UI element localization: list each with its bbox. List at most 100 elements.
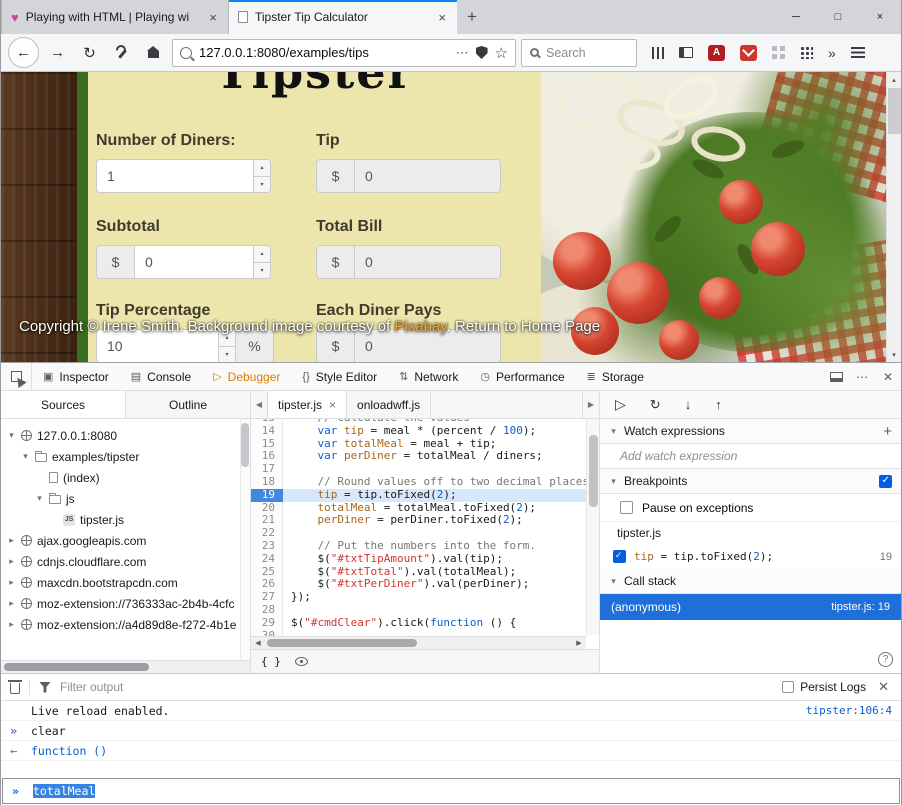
filter-output-input[interactable]: Filter output bbox=[60, 680, 773, 694]
chevron-down-icon[interactable]: ▾ bbox=[35, 493, 44, 504]
add-watch-icon[interactable]: + bbox=[883, 423, 892, 440]
devtools-menu-button[interactable]: ⋯ bbox=[849, 370, 875, 384]
tab-close-icon[interactable]: × bbox=[329, 398, 336, 412]
scrollbar-thumb[interactable] bbox=[267, 639, 417, 647]
diners-input[interactable]: 1 ▴▾ bbox=[96, 159, 271, 193]
console-close-icon[interactable]: ✕ bbox=[875, 679, 892, 695]
bookmark-star-icon[interactable]: ☆ bbox=[495, 44, 508, 62]
tab-close-icon[interactable]: × bbox=[436, 10, 448, 25]
chevron-right-icon[interactable]: ▸ bbox=[7, 535, 16, 546]
code-editor[interactable]: 13 // Calculate the values14 var tip = m… bbox=[251, 419, 599, 636]
blackbox-eye-icon[interactable] bbox=[295, 657, 308, 666]
red-extension-icon[interactable] bbox=[740, 45, 757, 61]
devtools-tab-style-editor[interactable]: {}Style Editor bbox=[291, 363, 388, 390]
chevron-down-icon[interactable]: ▾ bbox=[21, 451, 30, 462]
pause-on-exceptions-checkbox[interactable] bbox=[620, 501, 633, 514]
search-bar[interactable]: Search bbox=[521, 39, 637, 67]
browser-tab-1[interactable]: ♥ Playing with HTML | Playing wi × bbox=[1, 0, 229, 34]
overflow-menu-button[interactable]: » bbox=[828, 45, 836, 61]
chevron-right-icon[interactable]: ▸ bbox=[7, 598, 16, 609]
forward-button[interactable]: → bbox=[44, 39, 71, 66]
devtools-tab-console[interactable]: ▤Console bbox=[120, 363, 202, 390]
chevron-right-icon[interactable]: ▸ bbox=[7, 577, 16, 588]
tab-close-icon[interactable]: × bbox=[207, 10, 219, 25]
call-stack-frame[interactable]: (anonymous) tipster.js: 19 bbox=[600, 594, 901, 620]
breakpoint-item[interactable]: tip = tip.toFixed(2); 19 bbox=[600, 544, 901, 569]
source-tree-item[interactable]: ▾examples/tipster bbox=[1, 446, 250, 467]
line-number[interactable]: 29 bbox=[251, 617, 283, 630]
tab-sources[interactable]: Sources bbox=[1, 391, 126, 418]
persist-logs-toggle[interactable]: Persist Logs bbox=[782, 680, 866, 694]
dock-button[interactable] bbox=[823, 372, 849, 382]
chevron-right-icon[interactable]: ▸ bbox=[7, 619, 16, 630]
add-watch-input[interactable]: Add watch expression bbox=[600, 444, 901, 469]
page-scrollbar[interactable]: ▴ ▾ bbox=[886, 72, 901, 362]
resume-button[interactable]: ▷ bbox=[615, 396, 626, 413]
clear-console-icon[interactable] bbox=[10, 683, 20, 694]
watch-expressions-header[interactable]: ▾ Watch expressions + bbox=[600, 419, 901, 444]
adobe-acrobat-icon[interactable]: A bbox=[708, 45, 725, 61]
call-stack-header[interactable]: ▾ Call stack bbox=[600, 569, 901, 594]
source-tree-item[interactable]: ▾js bbox=[1, 488, 250, 509]
breakpoints-toggle-checkbox[interactable] bbox=[879, 475, 892, 488]
console-input[interactable]: » totalMeal bbox=[2, 778, 900, 804]
maximize-button[interactable]: □ bbox=[817, 0, 859, 34]
apps-menu-icon[interactable] bbox=[800, 46, 813, 59]
subtotal-input[interactable]: 0 ▴▾ bbox=[134, 245, 271, 279]
breakpoints-header[interactable]: ▾ Breakpoints bbox=[600, 469, 901, 494]
chevron-right-icon[interactable]: ▸ bbox=[7, 556, 16, 567]
info-icon[interactable] bbox=[180, 47, 192, 59]
home-page-link[interactable]: Return to Home Page bbox=[455, 318, 600, 335]
breakpoint-checkbox[interactable] bbox=[613, 550, 626, 563]
number-spinner[interactable]: ▴▾ bbox=[253, 160, 270, 192]
scrollbar-thumb[interactable] bbox=[4, 663, 149, 671]
minimize-button[interactable]: ─ bbox=[775, 0, 817, 34]
scrollbar-thumb[interactable] bbox=[888, 88, 901, 134]
editor-tab-tipster[interactable]: tipster.js × bbox=[268, 391, 347, 418]
editor-hscrollbar[interactable]: ◀ ▶ bbox=[251, 636, 586, 649]
scroll-left-icon[interactable]: ◀ bbox=[251, 637, 265, 649]
home-button[interactable] bbox=[140, 39, 167, 66]
console-input-value[interactable]: totalMeal bbox=[33, 784, 95, 798]
source-tree-item[interactable]: JStipster.js bbox=[1, 509, 250, 530]
source-tree-item[interactable]: ▸moz-extension://a4d89d8e-f272-4b1e bbox=[1, 614, 250, 635]
scroll-down-icon[interactable]: ▾ bbox=[887, 347, 901, 362]
tab-outline[interactable]: Outline bbox=[126, 391, 250, 418]
line-number[interactable]: 28 bbox=[251, 604, 283, 617]
devtools-tab-debugger[interactable]: ▷Debugger bbox=[202, 363, 291, 390]
library-icon[interactable] bbox=[652, 47, 664, 59]
line-number[interactable]: 23 bbox=[251, 540, 283, 553]
chevron-down-icon[interactable]: ▾ bbox=[7, 430, 16, 441]
search-placeholder[interactable]: Search bbox=[546, 46, 586, 60]
step-out-button[interactable]: ↑ bbox=[715, 397, 722, 412]
devtools-tab-storage[interactable]: ≣Storage bbox=[576, 363, 655, 390]
tree-hscrollbar[interactable] bbox=[1, 660, 250, 673]
address-bar[interactable]: 127.0.0.1:8080/examples/tips ⋯ ☆ bbox=[172, 39, 516, 67]
devtools-tab-network[interactable]: ⇅Network bbox=[388, 363, 469, 390]
url-text[interactable]: 127.0.0.1:8080/examples/tips bbox=[199, 45, 449, 60]
pretty-print-button[interactable]: { } bbox=[261, 655, 281, 668]
number-spinner[interactable]: ▴▾ bbox=[253, 246, 270, 278]
extensions-grid-icon[interactable] bbox=[772, 46, 785, 59]
new-tab-button[interactable]: + bbox=[457, 0, 487, 34]
help-icon[interactable]: ? bbox=[878, 652, 893, 667]
step-in-button[interactable]: ↓ bbox=[685, 397, 692, 412]
pixabay-link[interactable]: Pixabay bbox=[394, 318, 446, 335]
breakpoint-source-heading[interactable]: tipster.js bbox=[600, 522, 901, 544]
sidebar-icon[interactable] bbox=[679, 47, 693, 58]
tabs-scroll-left-icon[interactable]: ◀ bbox=[251, 391, 268, 418]
source-tree-item[interactable]: ▾127.0.0.1:8080 bbox=[1, 425, 250, 446]
line-number[interactable]: 19 bbox=[251, 489, 283, 502]
close-button[interactable]: × bbox=[859, 0, 901, 34]
persist-logs-checkbox[interactable] bbox=[782, 681, 794, 693]
line-number[interactable]: 24 bbox=[251, 553, 283, 566]
pick-element-button[interactable] bbox=[1, 363, 32, 390]
source-tree-item[interactable]: ▸moz-extension://736333ac-2b4b-4cfc bbox=[1, 593, 250, 614]
wrench-icon[interactable] bbox=[108, 39, 135, 66]
pause-on-exceptions-row[interactable]: Pause on exceptions bbox=[600, 494, 901, 522]
source-tree-item[interactable]: ▸ajax.googleapis.com bbox=[1, 530, 250, 551]
editor-vscrollbar[interactable] bbox=[586, 419, 599, 635]
page-actions-icon[interactable]: ⋯ bbox=[456, 45, 469, 61]
scroll-up-icon[interactable]: ▴ bbox=[887, 72, 901, 87]
menu-button[interactable] bbox=[851, 47, 865, 58]
